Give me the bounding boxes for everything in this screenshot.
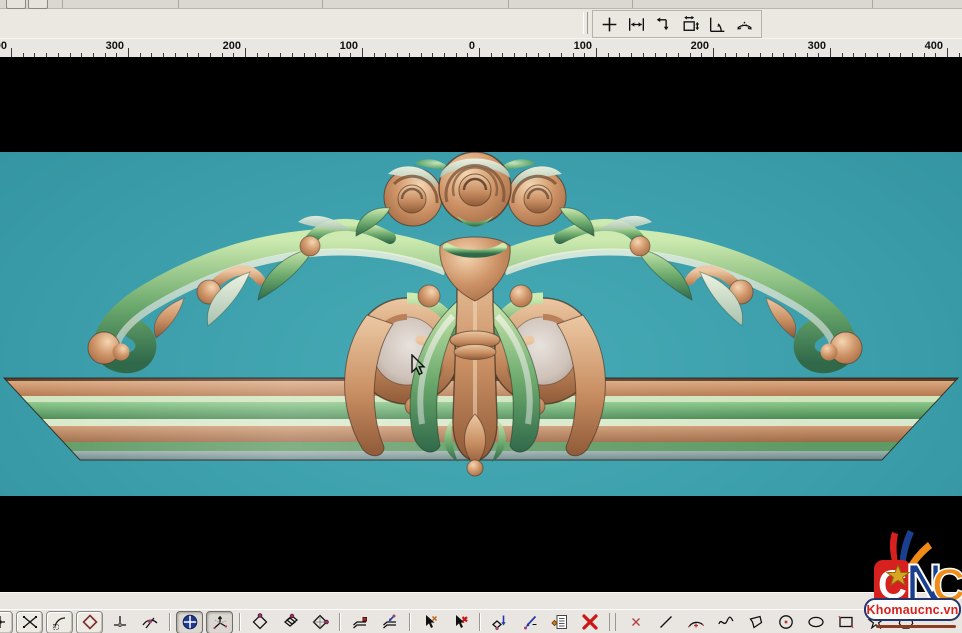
ruler-tick [245, 48, 246, 57]
mouse-cursor [410, 354, 430, 378]
spline-tool-icon[interactable] [712, 611, 739, 633]
deselect-point-icon[interactable] [416, 611, 443, 633]
arc-tool-icon[interactable] [682, 611, 709, 633]
toolbar-separator [322, 0, 323, 8]
toolbar-separator [872, 0, 873, 8]
model-canvas[interactable] [0, 57, 962, 592]
measure-toolbar [592, 10, 762, 38]
clipped-toolbar-strip [0, 0, 962, 9]
ruler-tick [362, 48, 363, 57]
delete-selection-icon[interactable] [446, 611, 473, 633]
move-layer-icon[interactable] [376, 611, 403, 633]
arc-measure-icon[interactable] [731, 13, 758, 36]
horizontal-ruler: 400 300 200 100 0 100 200 300 400 [0, 38, 962, 58]
ruler-label: 100 [574, 40, 592, 52]
bottom-toolbar [0, 609, 962, 633]
star-icon [884, 562, 912, 590]
snap-tangent-icon[interactable] [46, 611, 73, 633]
ruler-label: 200 [691, 40, 709, 52]
ruler-label: 300 [808, 40, 826, 52]
ruler-tick [11, 48, 12, 57]
ruler-tick [128, 48, 129, 57]
toolbar-separator [508, 0, 509, 8]
project-point-icon[interactable] [486, 611, 513, 633]
rectangle-tool-icon[interactable] [832, 611, 859, 633]
toolbar-grip[interactable] [583, 12, 588, 34]
view-plane-yz-icon[interactable] [306, 611, 333, 633]
snap-perpendicular-icon[interactable] [106, 611, 133, 633]
application-window: 400 300 200 100 0 100 200 300 400 [0, 0, 962, 633]
distance-measure-icon[interactable] [623, 13, 650, 36]
ruler-label: 100 [340, 40, 358, 52]
delete-all-icon[interactable] [576, 611, 603, 633]
toolbar-separator [339, 613, 340, 631]
ruler-tick [947, 48, 948, 57]
angle-measure-icon[interactable] [704, 13, 731, 36]
ruler-tick [713, 48, 714, 57]
logo-caption: Khomaucnc.vn [864, 598, 961, 621]
point-measure-icon[interactable] [596, 13, 623, 36]
view-plane-xy-icon[interactable] [246, 611, 273, 633]
select-list-icon[interactable] [546, 611, 573, 633]
ellipse-tool-icon[interactable] [802, 611, 829, 633]
path-measure-icon[interactable] [650, 13, 677, 36]
toolbar-separator [178, 0, 179, 8]
clipped-button[interactable] [28, 0, 48, 9]
center-rose [439, 152, 511, 227]
polyline-tool-icon[interactable] [742, 611, 769, 633]
axis-snap-icon[interactable] [206, 611, 233, 633]
ruler-tick [830, 48, 831, 57]
measure-toolbar-row [0, 9, 962, 38]
ruler-label: 200 [223, 40, 241, 52]
ruler-label: 400 [925, 40, 943, 52]
view-plane-xz-icon[interactable] [276, 611, 303, 633]
ruler-tick [596, 48, 597, 57]
toolbar-separator [62, 0, 63, 8]
cnc-watermark-logo: C N C Khomaucnc.vn [872, 524, 962, 633]
ruler-label: 0 [469, 40, 475, 52]
ruler-label: 400 [0, 40, 7, 52]
grid-snap-icon[interactable] [176, 611, 203, 633]
relief-viewport[interactable] [0, 152, 962, 496]
toolbar-separator [609, 613, 616, 631]
toolbar-separator [479, 613, 480, 631]
toolbar-separator [169, 613, 170, 631]
snap-endpoint-icon[interactable] [0, 611, 13, 633]
pick-vector-icon[interactable] [516, 611, 543, 633]
logo-underline [876, 625, 956, 628]
toolbar-separator [632, 0, 633, 8]
snap-quadrant-icon[interactable] [76, 611, 103, 633]
clipped-button[interactable] [6, 0, 26, 9]
bounds-measure-icon[interactable] [677, 13, 704, 36]
relief-ornament [0, 152, 962, 496]
snap-nearest-icon[interactable] [136, 611, 163, 633]
status-bar [0, 592, 962, 610]
align-layer-icon[interactable] [346, 611, 373, 633]
line-tool-icon[interactable] [652, 611, 679, 633]
circle-tool-icon[interactable] [772, 611, 799, 633]
toolbar-separator [409, 613, 410, 631]
toolbar-separator [239, 613, 240, 631]
snap-intersection-icon[interactable] [16, 611, 43, 633]
point-tool-icon[interactable] [622, 611, 649, 633]
ruler-label: 300 [106, 40, 124, 52]
ruler-tick [479, 48, 480, 57]
